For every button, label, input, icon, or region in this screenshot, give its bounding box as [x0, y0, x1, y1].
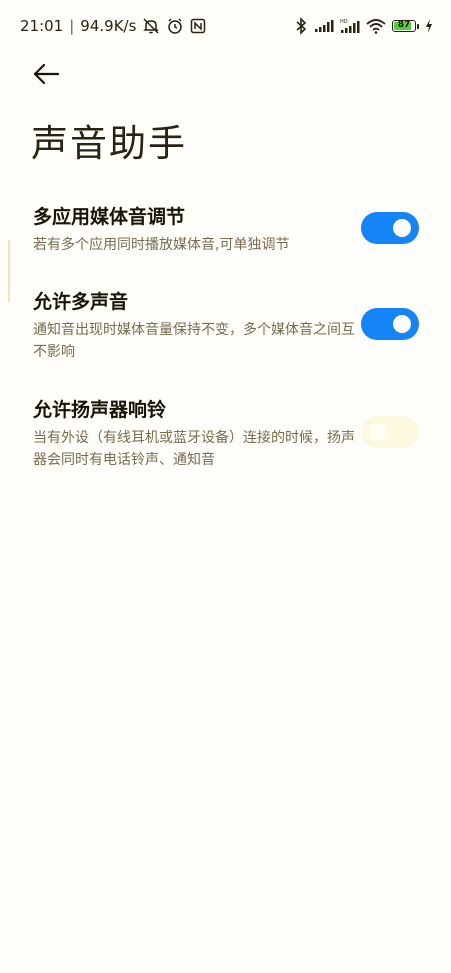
toggle-knob: [369, 423, 387, 441]
page-title: 声音助手: [31, 122, 187, 165]
status-separator: |: [69, 17, 75, 35]
bluetooth-icon: [294, 17, 308, 35]
mute-icon: [142, 17, 160, 35]
clock: 21:01: [20, 17, 64, 35]
setting-description: 若有多个应用同时播放媒体音,可单独调节: [33, 237, 290, 253]
status-bar: 21:01 | 94.9K/s HD 87: [0, 0, 451, 52]
signal-icon: [314, 19, 334, 33]
back-button[interactable]: [30, 62, 62, 90]
multi-app-media-volume-toggle[interactable]: [361, 212, 419, 244]
status-bar-left: 21:01 | 94.9K/s: [20, 17, 206, 35]
back-arrow-icon: [32, 63, 60, 89]
battery-level: 87: [397, 20, 411, 30]
toggle-knob: [393, 315, 411, 333]
setting-description: 当有外设（有线耳机或蓝牙设备）连接的时候，扬声器会同时有电话铃声、通知音: [33, 430, 355, 468]
charging-icon: [425, 19, 433, 33]
svg-text:HD: HD: [340, 19, 348, 25]
network-speed: 94.9K/s: [80, 17, 137, 35]
nfc-icon: [190, 18, 206, 34]
setting-title: 允许多声音: [33, 291, 129, 313]
toggle-knob: [393, 219, 411, 237]
allow-speaker-ring-toggle[interactable]: [361, 416, 419, 448]
setting-title: 允许扬声器响铃: [33, 399, 167, 421]
battery-icon: 87: [392, 20, 419, 32]
allow-multiple-sounds-toggle[interactable]: [361, 308, 419, 340]
alarm-icon: [166, 17, 184, 35]
hd-signal-icon: HD: [340, 18, 360, 34]
status-bar-right: HD 87: [294, 17, 433, 35]
wifi-icon: [366, 18, 386, 34]
setting-description: 通知音出现时媒体音量保持不变，多个媒体音之间互不影响: [33, 322, 355, 360]
